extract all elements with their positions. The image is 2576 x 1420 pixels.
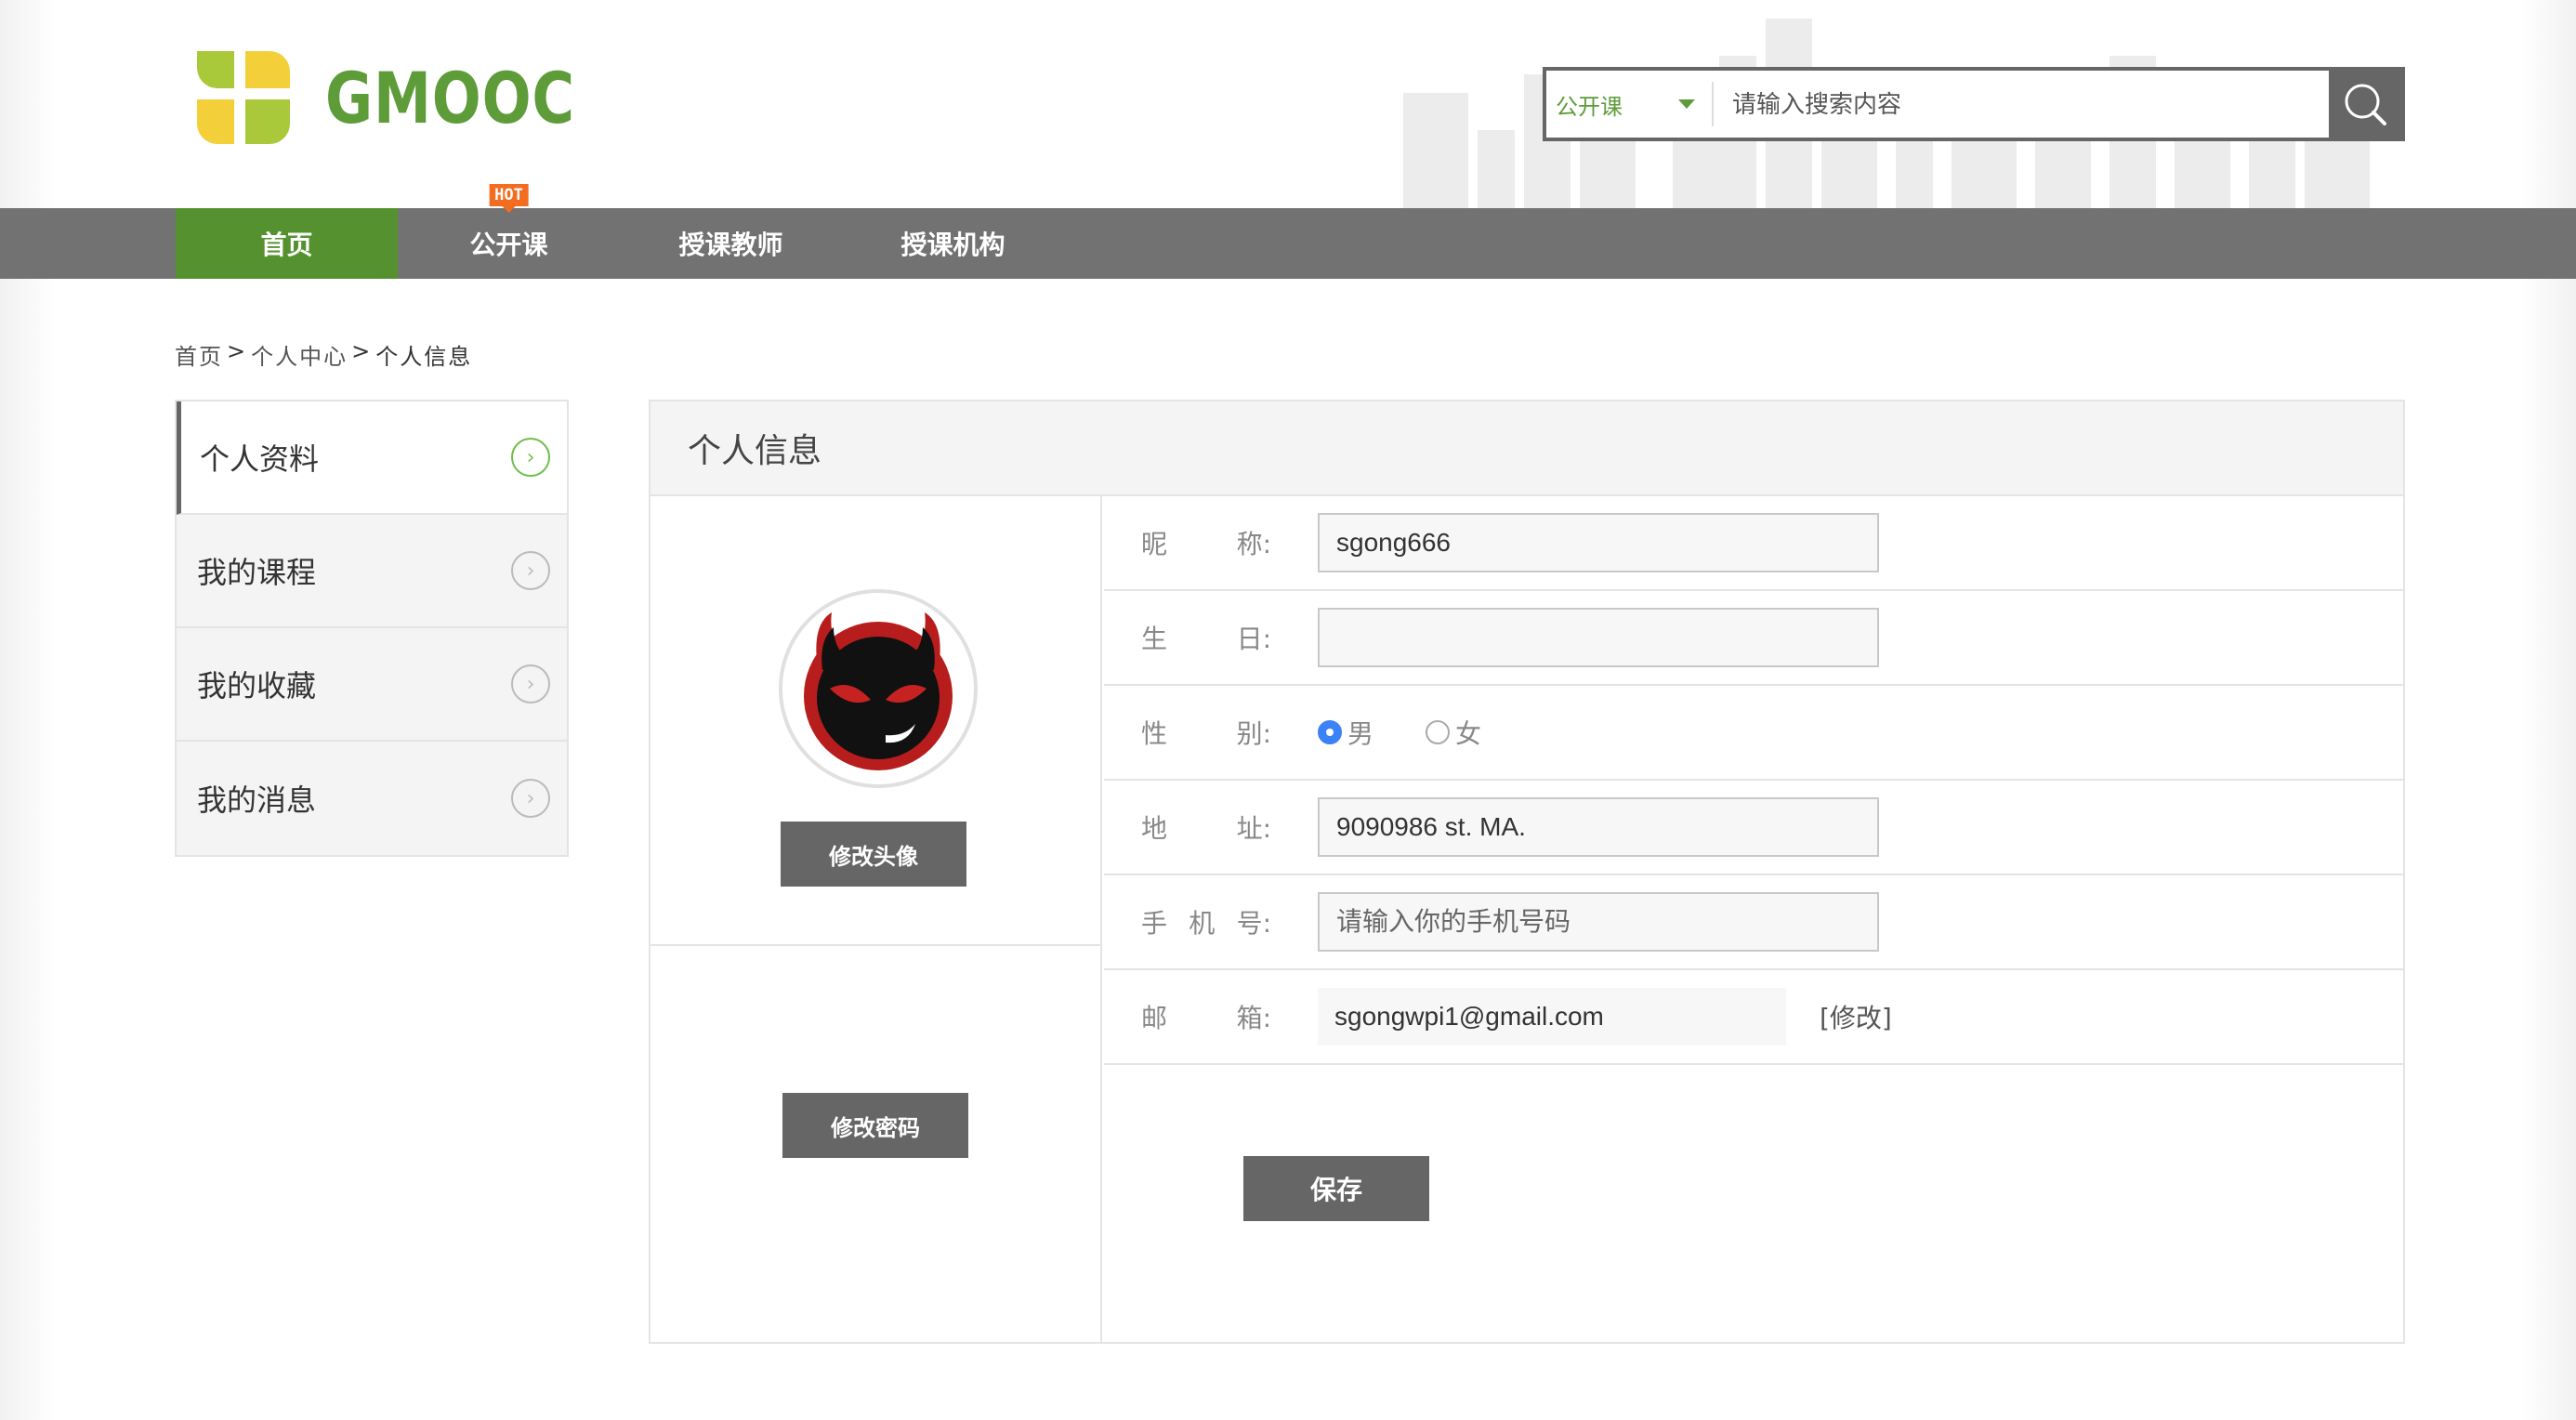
sidebar-item-profile[interactable]: 个人资料 › bbox=[177, 401, 567, 515]
field-label: 性 别: bbox=[1141, 714, 1271, 751]
brand-logo[interactable]: GMOOC bbox=[190, 37, 630, 158]
birthday-input[interactable] bbox=[1318, 608, 1879, 667]
form-row-address: 地 址: bbox=[1104, 781, 2403, 875]
label-char: 称: bbox=[1236, 529, 1271, 559]
label-char: 邮 bbox=[1141, 1003, 1168, 1033]
sidebar-item-label: 我的课程 bbox=[197, 555, 317, 590]
label-char: 箱: bbox=[1236, 1003, 1271, 1033]
email-value: sgongwpi1@gmail.com bbox=[1318, 988, 1786, 1045]
personal-info-panel: 个人信息 修改头像 修改密码 昵 称: sgong666 生 日: 性 别: 男… bbox=[649, 400, 2405, 1344]
field-label: 地 址: bbox=[1141, 809, 1271, 846]
sidebar-item-my-messages[interactable]: 我的消息 › bbox=[177, 742, 567, 855]
breadcrumb: 首页 > 个人中心 > 个人信息 bbox=[175, 338, 472, 371]
field-label: 邮 箱: bbox=[1141, 998, 1271, 1035]
nav-item-open-courses[interactable]: HOT 公开课 bbox=[398, 184, 620, 279]
gender-radio-group: 男 女 bbox=[1318, 714, 1481, 751]
sidebar-item-my-favorites[interactable]: 我的收藏 › bbox=[177, 628, 567, 742]
radio-label: 男 bbox=[1347, 718, 1374, 749]
label-char: 别: bbox=[1236, 718, 1271, 749]
profile-form: 昵 称: 生 日: 性 别: 男 bbox=[1104, 496, 2403, 1065]
search-bar: 公开课 bbox=[1543, 67, 2405, 141]
radio-checked-icon bbox=[1318, 720, 1342, 744]
chevron-right-icon: › bbox=[511, 551, 550, 590]
chevron-right-icon: › bbox=[511, 664, 550, 703]
form-row-email: 邮 箱: sgongwpi1@gmail.com [修改] bbox=[1104, 970, 2403, 1065]
label-char: 址: bbox=[1236, 813, 1271, 844]
nav-item-organizations[interactable]: 授课机构 bbox=[842, 208, 1064, 279]
field-label: 生 日: bbox=[1141, 619, 1271, 656]
nav-item-home[interactable]: 首页 bbox=[176, 208, 398, 279]
sidebar-item-label: 我的消息 bbox=[197, 782, 317, 818]
main-nav: 首页 HOT 公开课 授课教师 授课机构 bbox=[0, 184, 2576, 279]
hot-badge: HOT bbox=[489, 184, 529, 206]
label-char: 地 bbox=[1141, 813, 1168, 844]
breadcrumb-separator: > bbox=[227, 338, 248, 364]
form-row-birthday: 生 日: bbox=[1104, 591, 2403, 686]
save-button[interactable]: 保存 bbox=[1243, 1156, 1429, 1221]
form-row-nickname: 昵 称: bbox=[1104, 496, 2403, 591]
brand-name: GMOOC bbox=[325, 56, 575, 139]
label-char: 性 bbox=[1141, 718, 1168, 749]
user-center-sidebar: 个人资料 › 我的课程 › 我的收藏 › 我的消息 › bbox=[175, 400, 569, 857]
nickname-input[interactable] bbox=[1318, 513, 1879, 572]
panel-title: 个人信息 bbox=[651, 401, 2403, 496]
clover-logo-icon bbox=[197, 51, 290, 144]
search-input[interactable] bbox=[1714, 71, 2329, 138]
search-scope-select[interactable]: 公开课 bbox=[1546, 82, 1714, 126]
nav-item-label: 授课机构 bbox=[900, 230, 1005, 260]
sidebar-item-label: 个人资料 bbox=[200, 441, 320, 477]
gender-radio-male[interactable]: 男 bbox=[1318, 714, 1373, 751]
sidebar-item-label: 我的收藏 bbox=[197, 668, 317, 703]
radio-label: 女 bbox=[1455, 718, 1482, 749]
sidebar-item-my-courses[interactable]: 我的课程 › bbox=[177, 515, 567, 628]
header: GMOOC 公开课 bbox=[0, 0, 2576, 208]
nav-item-label: 公开课 bbox=[469, 230, 548, 260]
mobile-input[interactable] bbox=[1318, 892, 1879, 952]
edit-email-link[interactable]: [修改] bbox=[1820, 998, 1892, 1035]
avatar-column: 修改头像 修改密码 bbox=[651, 496, 1102, 1342]
chevron-right-icon: › bbox=[511, 438, 550, 477]
breadcrumb-current: 个人信息 bbox=[375, 344, 473, 370]
avatar bbox=[779, 589, 978, 788]
label-char: 日: bbox=[1236, 624, 1271, 654]
chevron-right-icon: › bbox=[511, 779, 550, 818]
change-avatar-button[interactable]: 修改头像 bbox=[781, 822, 966, 887]
nav-item-label: 授课教师 bbox=[678, 230, 783, 260]
address-input[interactable] bbox=[1318, 797, 1879, 857]
nav-item-label: 首页 bbox=[260, 230, 313, 260]
breadcrumb-separator: > bbox=[351, 338, 373, 364]
search-button[interactable] bbox=[2329, 71, 2401, 138]
label-char: 号: bbox=[1236, 908, 1271, 939]
label-char: 手 bbox=[1141, 908, 1168, 939]
form-row-gender: 性 别: 男 女 bbox=[1104, 686, 2403, 781]
label-char: 生 bbox=[1141, 624, 1168, 654]
devil-avatar-icon bbox=[804, 612, 953, 770]
form-row-mobile: 手 机 号: bbox=[1104, 875, 2403, 970]
caret-down-icon bbox=[1678, 99, 1695, 109]
radio-unchecked-icon bbox=[1426, 720, 1451, 744]
nav-item-teachers[interactable]: 授课教师 bbox=[620, 208, 842, 279]
field-label: 昵 称: bbox=[1141, 524, 1271, 561]
field-label: 手 机 号: bbox=[1141, 903, 1271, 940]
search-icon bbox=[2345, 84, 2386, 125]
change-password-button[interactable]: 修改密码 bbox=[782, 1093, 968, 1158]
breadcrumb-center-link[interactable]: 个人中心 bbox=[251, 338, 348, 371]
avatar-section: 修改头像 bbox=[651, 496, 1100, 946]
label-char: 机 bbox=[1189, 908, 1216, 939]
breadcrumb-home-link[interactable]: 首页 bbox=[175, 338, 223, 371]
gender-radio-female[interactable]: 女 bbox=[1426, 714, 1481, 751]
label-char: 昵 bbox=[1141, 529, 1168, 559]
search-scope-label: 公开课 bbox=[1556, 93, 1623, 120]
